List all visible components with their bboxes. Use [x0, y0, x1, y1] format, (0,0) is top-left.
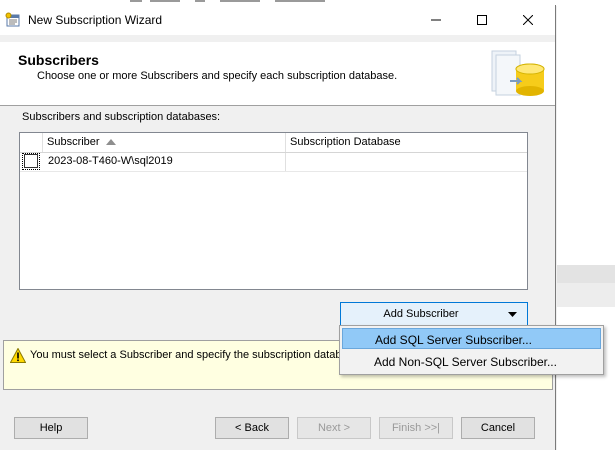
cell-divider — [285, 153, 286, 171]
add-subscriber-dropdown-menu: Add SQL Server Subscriber... Add Non-SQL… — [339, 325, 604, 375]
menu-item-label: Add Non-SQL Server Subscriber... — [374, 355, 557, 369]
subscriber-checkbox[interactable] — [24, 154, 38, 168]
title-bar[interactable]: New Subscription Wizard — [0, 5, 555, 35]
menu-item-label: Add SQL Server Subscriber... — [375, 333, 532, 347]
menu-item-add-sql-server-subscriber[interactable]: Add SQL Server Subscriber... — [342, 328, 601, 349]
sort-ascending-icon — [106, 139, 116, 145]
select-column-header[interactable] — [20, 133, 43, 152]
grid-header: Subscriber Subscription Database — [20, 133, 527, 153]
database-subscribers-icon — [491, 50, 545, 96]
add-subscriber-button[interactable]: Add Subscriber — [340, 302, 528, 327]
menu-item-add-non-sql-server-subscriber[interactable]: Add Non-SQL Server Subscriber... — [342, 351, 601, 372]
close-icon — [523, 15, 533, 25]
minimize-icon — [431, 19, 441, 21]
subscriber-name: 2023-08-T460-W\sql2019 — [48, 155, 173, 167]
page-title: Subscribers — [18, 52, 99, 68]
wizard-window: New Subscription Wizard Subscribers Choo… — [0, 5, 556, 450]
wizard-app-icon — [5, 12, 20, 27]
close-button[interactable] — [505, 5, 551, 35]
minimize-button[interactable] — [413, 5, 459, 35]
subscribers-grid[interactable]: Subscriber Subscription Database 2023-08… — [19, 132, 528, 290]
grid-caption: Subscribers and subscription databases: — [22, 111, 221, 123]
next-button[interactable]: Next > — [297, 417, 371, 439]
subscription-database-column-header[interactable]: Subscription Database — [286, 133, 527, 152]
back-button[interactable]: < Back — [215, 417, 289, 439]
maximize-icon — [477, 15, 487, 25]
maximize-button[interactable] — [459, 5, 505, 35]
background-app-panel — [557, 0, 615, 450]
window-title: New Subscription Wizard — [28, 13, 163, 27]
warning-icon — [10, 348, 26, 363]
wizard-header: Subscribers Choose one or more Subscribe… — [0, 42, 555, 106]
subscriber-column-label: Subscriber — [47, 136, 100, 148]
subscription-database-column-label: Subscription Database — [290, 136, 401, 148]
validation-message: You must select a Subscriber and specify… — [30, 349, 354, 361]
dropdown-arrow-icon[interactable] — [508, 312, 517, 317]
cancel-button[interactable]: Cancel — [461, 417, 535, 439]
add-subscriber-label: Add Subscriber — [383, 308, 459, 320]
subscriber-column-header[interactable]: Subscriber — [43, 133, 286, 152]
help-button[interactable]: Help — [14, 417, 88, 439]
table-row[interactable]: 2023-08-T460-W\sql2019 — [20, 153, 527, 172]
page-subtitle: Choose one or more Subscribers and speci… — [37, 70, 398, 82]
finish-button[interactable]: Finish >>| — [379, 417, 453, 439]
